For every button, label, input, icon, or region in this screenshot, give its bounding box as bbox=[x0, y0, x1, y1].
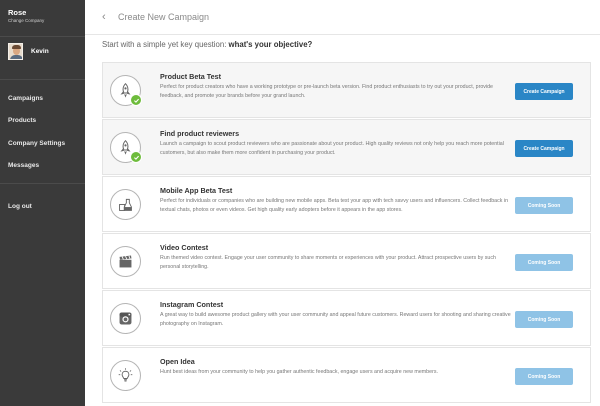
divider bbox=[0, 183, 85, 184]
campaign-description: Perfect for individuals or companies who… bbox=[160, 198, 509, 213]
campaign-card-video-contest: Video Contest Run themed video contest. … bbox=[102, 233, 591, 289]
create-campaign-button[interactable]: Create Campaign bbox=[515, 83, 573, 100]
coming-soon-button[interactable]: Coming Soon bbox=[515, 197, 573, 214]
campaign-card-instagram-contest: Instagram Contest A great way to build a… bbox=[102, 290, 591, 346]
coming-soon-button[interactable]: Coming Soon bbox=[515, 311, 573, 328]
user-profile[interactable]: Kevin bbox=[8, 43, 49, 60]
coming-soon-button[interactable]: Coming Soon bbox=[515, 254, 573, 271]
campaign-title: Instagram Contest bbox=[160, 300, 224, 309]
campaign-title: Product Beta Test bbox=[160, 72, 221, 81]
change-company-link[interactable]: Change Company bbox=[8, 17, 85, 24]
camera-icon bbox=[110, 303, 141, 334]
campaign-description: A great way to build awesome product gal… bbox=[160, 312, 511, 327]
company-switcher[interactable]: Rose Change Company bbox=[0, 0, 85, 36]
flask-icon bbox=[110, 189, 141, 220]
back-arrow-icon[interactable]: ‹ bbox=[102, 11, 118, 23]
divider bbox=[0, 36, 85, 37]
campaign-description: Launch a campaign to scout product revie… bbox=[160, 141, 504, 156]
campaign-card-open-idea: Open Idea Hunt best ideas from your comm… bbox=[102, 347, 591, 403]
campaign-description: Run themed video contest. Engage your us… bbox=[160, 255, 496, 270]
lightbulb-icon bbox=[110, 360, 141, 391]
campaign-title: Find product reviewers bbox=[160, 129, 240, 138]
campaign-title: Open Idea bbox=[160, 357, 195, 366]
campaign-list: Product Beta Test Perfect for product cr… bbox=[102, 62, 591, 404]
avatar bbox=[8, 43, 23, 60]
campaign-card-mobile-app-beta-test: Mobile App Beta Test Perfect for individ… bbox=[102, 176, 591, 232]
campaign-description: Perfect for product creators who have a … bbox=[160, 84, 493, 99]
objective-question: Start with a simple yet key question: wh… bbox=[102, 40, 312, 49]
nav-item-logout[interactable]: Log out bbox=[8, 203, 32, 210]
check-icon bbox=[130, 94, 142, 106]
user-name: Kevin bbox=[31, 48, 49, 55]
clapperboard-icon bbox=[110, 246, 141, 277]
coming-soon-button[interactable]: Coming Soon bbox=[515, 368, 573, 385]
page-header: ‹ Create New Campaign bbox=[85, 0, 600, 35]
sidebar: Rose Change Company Kevin Campaigns Prod… bbox=[0, 0, 85, 406]
campaign-card-find-product-reviewers: Find product reviewers Launch a campaign… bbox=[102, 119, 591, 175]
nav-item-campaigns[interactable]: Campaigns bbox=[8, 95, 43, 102]
campaign-card-product-beta-test: Product Beta Test Perfect for product cr… bbox=[102, 62, 591, 118]
company-name: Rose bbox=[8, 8, 27, 17]
main-content: ‹ Create New Campaign Start with a simpl… bbox=[85, 0, 600, 406]
question-prefix: Start with a simple yet key question: bbox=[102, 40, 229, 49]
campaign-description: Hunt best ideas from your community to h… bbox=[160, 369, 438, 375]
divider bbox=[0, 79, 85, 80]
create-campaign-button[interactable]: Create Campaign bbox=[515, 140, 573, 157]
check-icon bbox=[130, 151, 142, 163]
page-title: Create New Campaign bbox=[118, 12, 210, 22]
campaign-title: Mobile App Beta Test bbox=[160, 186, 233, 195]
campaign-title: Video Contest bbox=[160, 243, 209, 252]
nav-item-products[interactable]: Products bbox=[8, 117, 36, 124]
question-bold: what's your objective? bbox=[228, 40, 313, 49]
nav-item-company-settings[interactable]: Company Settings bbox=[8, 140, 65, 147]
nav-item-messages[interactable]: Messages bbox=[8, 162, 39, 169]
